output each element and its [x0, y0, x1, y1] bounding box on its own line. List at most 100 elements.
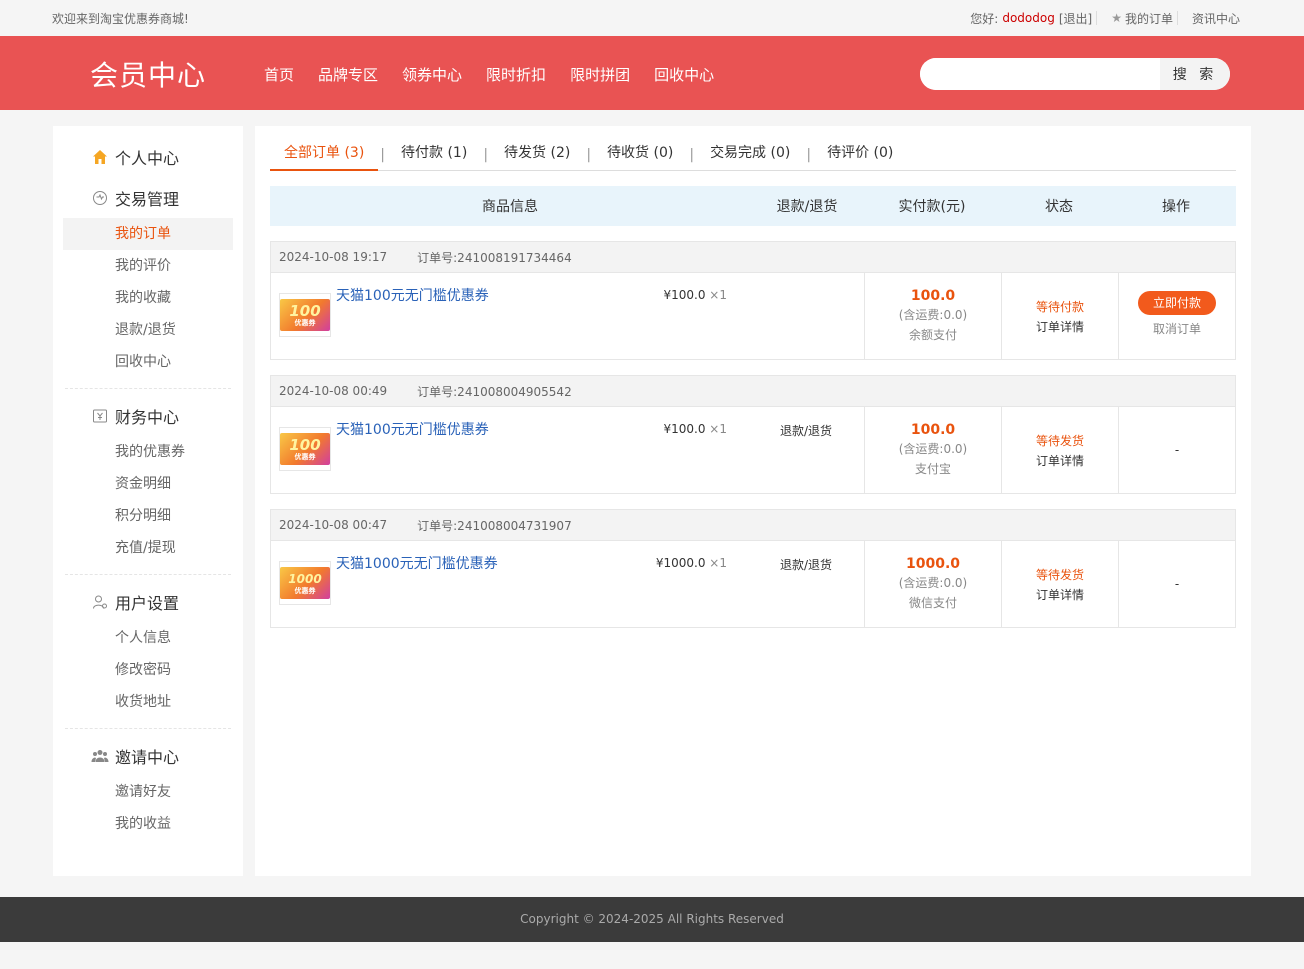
- tab-label: 待评价: [827, 144, 870, 161]
- sidebar-item-profile[interactable]: 个人信息: [63, 622, 233, 654]
- nav-recycle[interactable]: 回收中心: [654, 64, 714, 85]
- sidebar-item-earnings[interactable]: 我的收益: [63, 808, 233, 840]
- cancel-order-link[interactable]: 取消订单: [1119, 315, 1235, 343]
- search-button[interactable]: 搜 索: [1160, 58, 1230, 90]
- nav-brand[interactable]: 品牌专区: [318, 64, 378, 85]
- sidebar-heading-personal[interactable]: 个人中心: [63, 136, 233, 177]
- home-icon: [91, 148, 109, 166]
- sidebar-item-funds[interactable]: 资金明细: [63, 468, 233, 500]
- invite-icon: [91, 747, 109, 765]
- column-header-paid: 实付款(元): [898, 199, 966, 215]
- order-header: 2024-10-08 00:47 订单号:241008004731907: [271, 510, 1235, 541]
- sidebar-heading-label: 用户设置: [115, 593, 180, 613]
- coupon-value: 100: [289, 435, 321, 454]
- search-input[interactable]: [920, 58, 1160, 90]
- payment-method: 余额支付: [908, 328, 957, 342]
- sidebar-item-invite-friends[interactable]: 邀请好友: [63, 776, 233, 808]
- nav-discount[interactable]: 限时折扣: [486, 64, 546, 85]
- pay-now-button[interactable]: 立即付款: [1138, 291, 1216, 315]
- header: 会员中心 首页 品牌专区 领券中心 限时折扣 限时拼团 回收中心 搜 索: [0, 36, 1304, 110]
- payment-method: 微信支付: [908, 596, 957, 610]
- order-status: 等待付款: [1035, 300, 1084, 314]
- user-settings-icon: [91, 593, 109, 611]
- product-thumbnail[interactable]: 1000 优惠券: [279, 561, 331, 605]
- order-card: 2024-10-08 00:49 订单号:241008004905542 100…: [270, 375, 1236, 494]
- main-content: 全部订单 (3) | 待付款 (1) | 待发货 (2) | 待收货 (0) |…: [255, 126, 1251, 876]
- product-name-link[interactable]: 天猫1000元无门槛优惠券: [336, 553, 498, 573]
- divider: |: [380, 147, 386, 163]
- divider: |: [689, 147, 695, 163]
- finance-icon: [91, 407, 109, 425]
- logout-link[interactable]: [退出]: [1059, 10, 1092, 27]
- sidebar-item-recycle[interactable]: 回收中心: [63, 346, 233, 378]
- price-value: ¥100.0: [663, 422, 706, 436]
- order-card: 2024-10-08 19:17 订单号:241008191734464 100…: [270, 241, 1236, 360]
- quantity: ×1: [709, 422, 727, 436]
- tab-label: 待付款: [401, 144, 444, 161]
- status-cell: 等待付款 订单详情: [1002, 273, 1118, 359]
- news-link[interactable]: 资讯中心: [1192, 10, 1240, 27]
- shipping-fee: (含运费:0.0): [898, 576, 968, 590]
- tab-pending-shipment[interactable]: 待发货 (2): [490, 140, 584, 171]
- sidebar-heading-invite: 邀请中心: [63, 735, 233, 776]
- order-number: 订单号:241008191734464: [417, 250, 572, 265]
- sidebar-item-my-coupons[interactable]: 我的优惠券: [63, 436, 233, 468]
- coupon-value: 100: [289, 301, 321, 320]
- sidebar-item-password[interactable]: 修改密码: [63, 654, 233, 686]
- order-header: 2024-10-08 00:49 订单号:241008004905542: [271, 376, 1235, 407]
- action-cell: -: [1119, 541, 1235, 627]
- refund-link[interactable]: 退款/退货: [741, 556, 871, 573]
- paid-amount: 100.0: [910, 288, 956, 304]
- product-name-link[interactable]: 天猫100元无门槛优惠券: [336, 419, 489, 439]
- sidebar-heading-label: 邀请中心: [115, 747, 180, 767]
- sidebar-item-recharge[interactable]: 充值/提现: [63, 532, 233, 564]
- order-detail-link[interactable]: 订单详情: [1002, 317, 1118, 337]
- sidebar-item-my-reviews[interactable]: 我的评价: [63, 250, 233, 282]
- tab-completed[interactable]: 交易完成 (0): [696, 140, 804, 171]
- sidebar-item-refunds[interactable]: 退款/退货: [63, 314, 233, 346]
- my-orders-link[interactable]: 我的订单: [1125, 10, 1173, 27]
- tab-count: (0): [653, 144, 674, 161]
- footer-copyright: Copyright © 2024-2025 All Rights Reserve…: [0, 897, 1304, 942]
- price-value: ¥1000.0: [655, 556, 706, 570]
- product-thumbnail[interactable]: 100 优惠券: [279, 293, 331, 337]
- tab-count: (3): [344, 144, 365, 161]
- order-status: 等待发货: [1035, 434, 1084, 448]
- action-cell: -: [1119, 407, 1235, 493]
- product-price: ¥100.0 ×1: [607, 288, 727, 302]
- coupon-image: 1000 优惠券: [280, 567, 330, 599]
- tab-count: (1): [447, 144, 468, 161]
- product-name-link[interactable]: 天猫100元无门槛优惠券: [336, 285, 489, 305]
- table-header: 商品信息 退款/退货 实付款(元) 状态 操作: [270, 186, 1236, 226]
- payment-cell: 1000.0 (含运费:0.0) 微信支付: [865, 541, 1001, 627]
- tab-pending-receipt[interactable]: 待收货 (0): [593, 140, 687, 171]
- status-cell: 等待发货 订单详情: [1002, 407, 1118, 493]
- tab-all-orders[interactable]: 全部订单 (3): [270, 140, 379, 171]
- username-link[interactable]: dododog: [1002, 11, 1055, 25]
- sidebar-item-address[interactable]: 收货地址: [63, 686, 233, 718]
- paid-amount: 100.0: [910, 422, 956, 438]
- tab-pending-payment[interactable]: 待付款 (1): [387, 140, 481, 171]
- sidebar-item-favorites[interactable]: 我的收藏: [63, 282, 233, 314]
- order-tabs: 全部订单 (3) | 待付款 (1) | 待发货 (2) | 待收货 (0) |…: [270, 140, 1236, 171]
- divider: [65, 574, 231, 575]
- order-detail-link[interactable]: 订单详情: [1002, 585, 1118, 605]
- tab-label: 全部订单: [284, 144, 340, 161]
- nav-group-buy[interactable]: 限时拼团: [570, 64, 630, 85]
- tab-pending-review[interactable]: 待评价 (0): [813, 140, 907, 171]
- sidebar-item-my-orders[interactable]: 我的订单: [63, 218, 233, 250]
- sidebar-item-points[interactable]: 积分明细: [63, 500, 233, 532]
- refund-link[interactable]: 退款/退货: [741, 422, 871, 439]
- coupon-text: 优惠券: [294, 318, 316, 327]
- tab-label: 待收货: [607, 144, 650, 161]
- tab-count: (2): [550, 144, 571, 161]
- site-logo[interactable]: 会员中心: [90, 54, 206, 94]
- nav-home[interactable]: 首页: [264, 64, 294, 85]
- nav-coupons[interactable]: 领券中心: [402, 64, 462, 85]
- coupon-image: 100 优惠券: [280, 299, 330, 331]
- sidebar-group-user: 用户设置 个人信息 修改密码 收货地址: [53, 581, 243, 718]
- order-detail-link[interactable]: 订单详情: [1002, 451, 1118, 471]
- product-thumbnail[interactable]: 100 优惠券: [279, 427, 331, 471]
- order-number: 订单号:241008004731907: [417, 518, 572, 533]
- divider: |: [806, 147, 812, 163]
